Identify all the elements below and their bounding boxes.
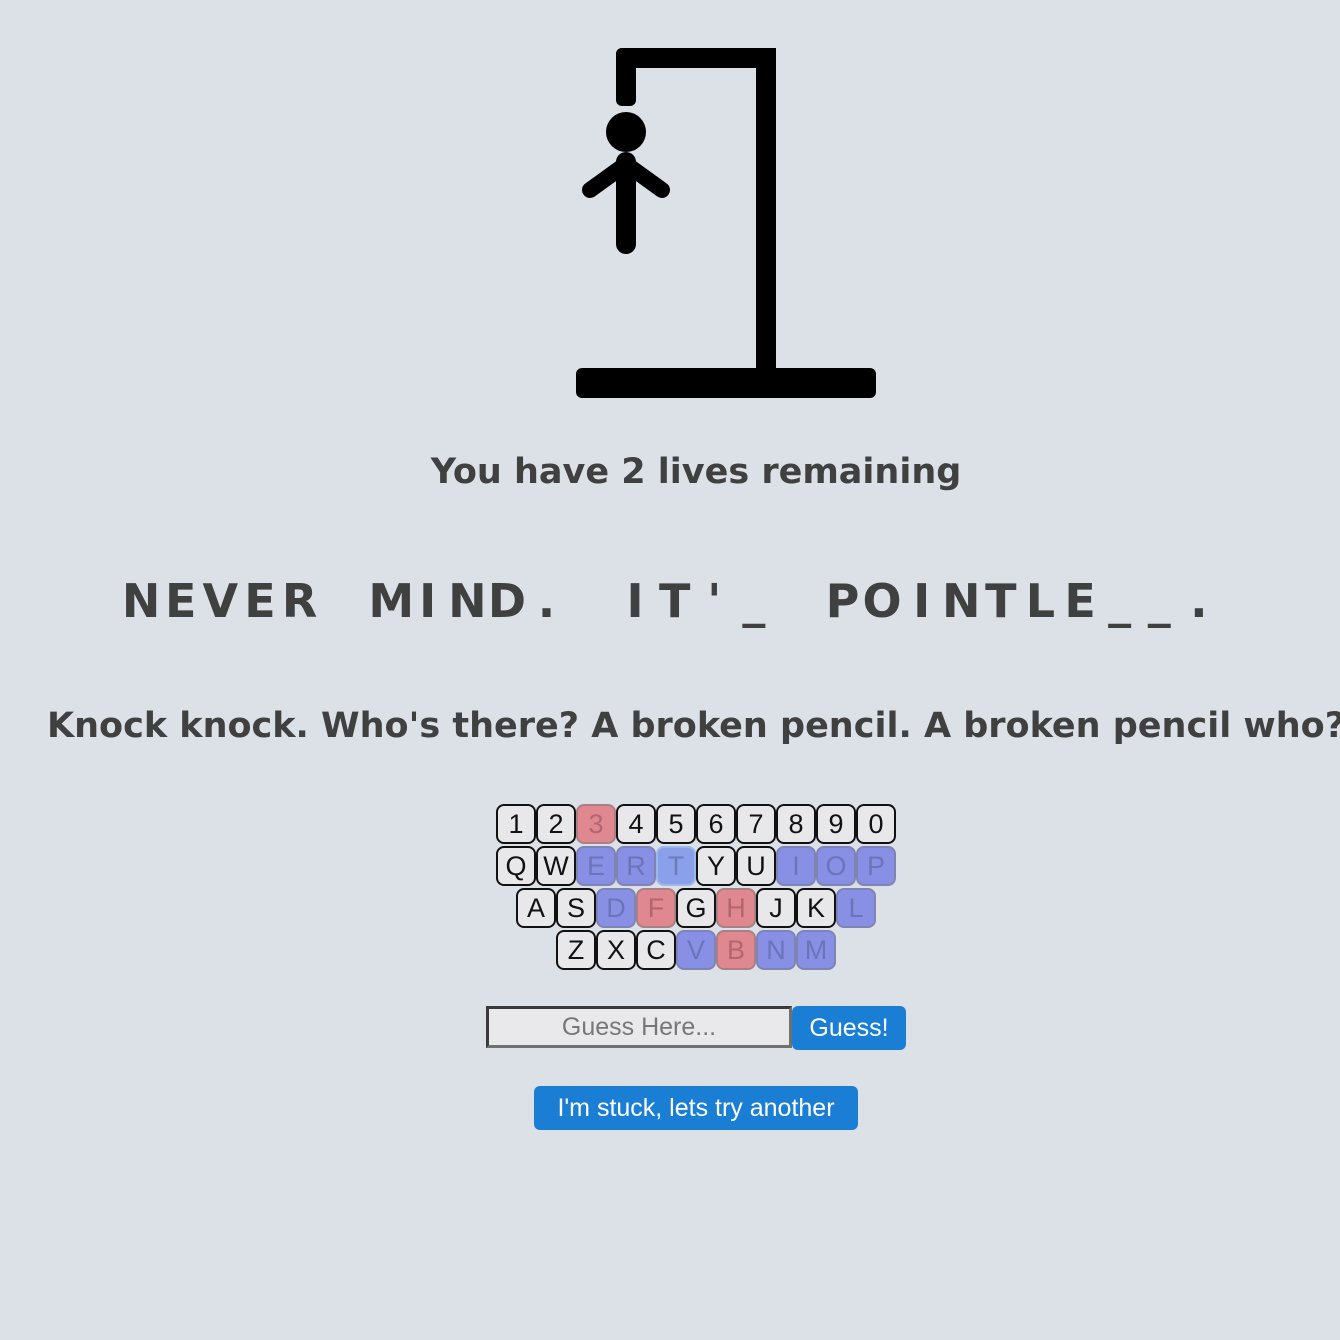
phrase-blank: _	[1147, 574, 1171, 628]
phrase-blank: _	[742, 574, 766, 628]
key-n[interactable]: N	[756, 930, 796, 970]
phrase-letter: T	[985, 574, 1017, 628]
key-m[interactable]: M	[796, 930, 836, 970]
key-q[interactable]: Q	[496, 846, 536, 886]
key-0[interactable]: 0	[856, 804, 896, 844]
phrase-letter: M	[368, 574, 415, 628]
key-w[interactable]: W	[536, 846, 576, 886]
phrase-letter: D	[487, 574, 527, 628]
word-gap	[566, 574, 615, 628]
keyboard-row: ASDFGHJKL	[516, 888, 876, 928]
phrase-letter: N	[942, 574, 981, 628]
phrase-letter: I	[913, 574, 931, 628]
key-i[interactable]: I	[776, 846, 816, 886]
key-g[interactable]: G	[676, 888, 716, 928]
key-3[interactable]: 3	[576, 804, 616, 844]
key-k[interactable]: K	[796, 888, 836, 928]
phrase-letter: P	[825, 574, 860, 628]
key-l[interactable]: L	[836, 888, 876, 928]
key-e[interactable]: E	[576, 846, 616, 886]
gallows-beam	[616, 48, 776, 68]
gallows-base	[576, 368, 876, 398]
key-2[interactable]: 2	[536, 804, 576, 844]
key-f[interactable]: F	[636, 888, 676, 928]
key-t[interactable]: T	[656, 846, 696, 886]
phrase-letter: I	[419, 574, 437, 628]
keyboard-row: ZXCVBNM	[556, 930, 836, 970]
key-s[interactable]: S	[556, 888, 596, 928]
key-6[interactable]: 6	[696, 804, 736, 844]
key-u[interactable]: U	[736, 846, 776, 886]
gallows-post	[756, 48, 776, 378]
key-z[interactable]: Z	[556, 930, 596, 970]
keyboard-row: QWERTYUIOP	[496, 846, 896, 886]
phrase-letter: I	[626, 574, 644, 628]
phrase-letter: R	[281, 574, 318, 628]
keyboard-row: 1234567890	[496, 804, 896, 844]
key-x[interactable]: X	[596, 930, 636, 970]
key-p[interactable]: P	[856, 846, 896, 886]
key-1[interactable]: 1	[496, 804, 536, 844]
key-a[interactable]: A	[516, 888, 556, 928]
key-4[interactable]: 4	[616, 804, 656, 844]
puzzle-hint: Knock knock. Who's there? A broken penci…	[47, 706, 1340, 746]
try-another-button[interactable]: I'm stuck, lets try another	[534, 1086, 858, 1130]
phrase-letter: V	[202, 574, 239, 628]
key-o[interactable]: O	[816, 846, 856, 886]
hangman-drawing	[576, 48, 876, 398]
key-r[interactable]: R	[616, 846, 656, 886]
lives-remaining-text: You have 2 lives remaining	[430, 452, 962, 492]
phrase-letter: E	[165, 574, 197, 628]
phrase-letter: T	[659, 574, 691, 628]
gallows-rope	[616, 48, 636, 106]
phrase-letter: '	[707, 574, 722, 628]
phrase-letter: L	[1025, 574, 1056, 628]
phrase-letter: .	[537, 574, 556, 628]
key-j[interactable]: J	[756, 888, 796, 928]
guess-input[interactable]	[486, 1006, 792, 1048]
puzzle-phrase: N E V E R M I N D. I T ' _ P O I N T L E _ _.	[0, 574, 1340, 628]
phrase-letter: N	[121, 574, 161, 628]
stick-figure	[582, 112, 670, 254]
key-7[interactable]: 7	[736, 804, 776, 844]
key-d[interactable]: D	[596, 888, 636, 928]
phrase-letter: E	[244, 574, 276, 628]
key-v[interactable]: V	[676, 930, 716, 970]
phrase-letter: O	[862, 574, 902, 628]
figure-head	[606, 112, 646, 152]
phrase-blank: _	[1108, 574, 1132, 628]
phrase-letter: E	[1064, 574, 1096, 628]
key-8[interactable]: 8	[776, 804, 816, 844]
word-gap	[319, 574, 368, 628]
key-9[interactable]: 9	[816, 804, 856, 844]
key-c[interactable]: C	[636, 930, 676, 970]
word-gap	[774, 574, 823, 628]
key-h[interactable]: H	[716, 888, 756, 928]
guess-button[interactable]: Guess!	[792, 1006, 906, 1050]
key-b[interactable]: B	[716, 930, 756, 970]
key-5[interactable]: 5	[656, 804, 696, 844]
key-y[interactable]: Y	[696, 846, 736, 886]
phrase-letter: N	[448, 574, 487, 628]
phrase-letter: .	[1190, 574, 1208, 628]
